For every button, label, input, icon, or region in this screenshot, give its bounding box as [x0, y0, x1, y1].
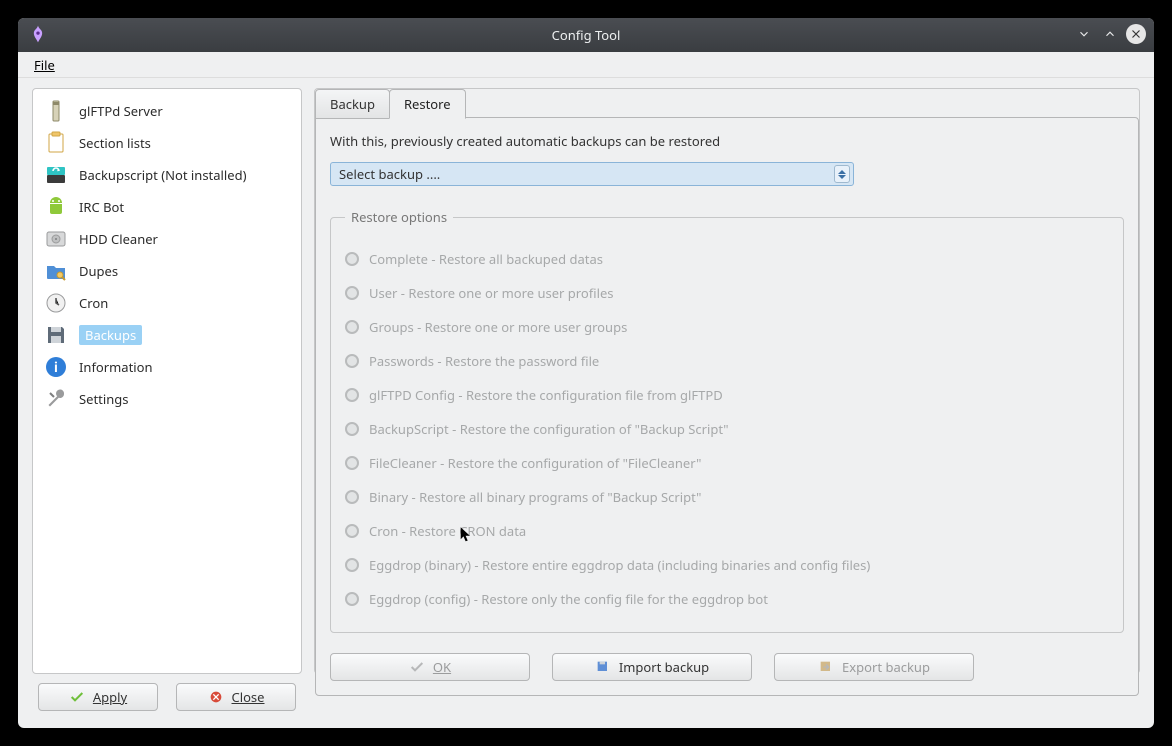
sidebar-item-dupes[interactable]: Dupes	[37, 255, 297, 287]
sidebar-item-glftpd[interactable]: glFTPd Server	[37, 95, 297, 127]
check-icon	[69, 689, 85, 705]
radio-icon	[345, 422, 359, 436]
restore-option-label: Groups - Restore one or more user groups	[369, 318, 627, 336]
sidebar-item-label: Section lists	[79, 134, 151, 152]
menu-file[interactable]: File	[28, 54, 61, 76]
restore-option-label: Complete - Restore all backuped datas	[369, 250, 603, 268]
radio-icon	[345, 490, 359, 504]
maximize-button[interactable]	[1100, 24, 1120, 44]
minimize-button[interactable]	[1074, 24, 1094, 44]
select-backup-dropdown[interactable]: Select backup ....	[330, 162, 854, 186]
restore-option-label: glFTPD Config - Restore the configuratio…	[369, 386, 723, 404]
restore-option: Eggdrop (config) - Restore only the conf…	[345, 582, 1109, 616]
restore-option: FileCleaner - Restore the configuration …	[345, 446, 1109, 480]
radio-icon	[345, 354, 359, 368]
ok-button: OK	[330, 653, 530, 681]
restore-option-label: Binary - Restore all binary programs of …	[369, 488, 701, 506]
drive-sync-icon	[43, 162, 69, 188]
radio-icon	[345, 456, 359, 470]
restore-options-group: Restore options Complete - Restore all b…	[330, 208, 1124, 633]
restore-option-label: FileCleaner - Restore the configuration …	[369, 454, 701, 472]
radio-icon	[345, 592, 359, 606]
sidebar-item-hddcleaner[interactable]: HDD Cleaner	[37, 223, 297, 255]
radio-icon	[345, 320, 359, 334]
restore-option: BackupScript - Restore the configuration…	[345, 412, 1109, 446]
folder-search-icon	[43, 258, 69, 284]
export-icon	[818, 659, 834, 675]
tab-bar: Backup Restore	[315, 88, 1139, 118]
sidebar-item-cron[interactable]: Cron	[37, 287, 297, 319]
hdd-icon	[43, 226, 69, 252]
description-text: With this, previously created automatic …	[330, 132, 1124, 150]
dropdown-spinner-icon[interactable]	[834, 165, 850, 183]
sidebar-item-backupscript[interactable]: Backupscript (Not installed)	[37, 159, 297, 191]
radio-icon	[345, 558, 359, 572]
info-icon: i	[43, 354, 69, 380]
tab-restore[interactable]: Restore	[389, 89, 466, 119]
menubar: File	[18, 52, 1154, 78]
wrench-icon	[43, 386, 69, 412]
sidebar-item-label: glFTPd Server	[79, 102, 163, 120]
sidebar-item-sections[interactable]: Section lists	[37, 127, 297, 159]
android-icon	[43, 194, 69, 220]
sidebar-item-backups[interactable]: Backups	[37, 319, 297, 351]
floppy-icon	[43, 322, 69, 348]
sidebar-item-label: Backups	[85, 326, 136, 344]
select-backup-label: Select backup ....	[339, 165, 440, 183]
restore-option-label: Eggdrop (config) - Restore only the conf…	[369, 590, 768, 608]
window: Config Tool File glFTPd Server Section l…	[18, 18, 1154, 728]
server-icon	[43, 98, 69, 124]
restore-option-label: User - Restore one or more user profiles	[369, 284, 614, 302]
restore-option-label: Passwords - Restore the password file	[369, 352, 599, 370]
restore-option: Eggdrop (binary) - Restore entire eggdro…	[345, 548, 1109, 582]
sidebar-item-label: Information	[79, 358, 153, 376]
clock-icon	[43, 290, 69, 316]
sidebar-item-label: Settings	[79, 390, 128, 408]
restore-option: Passwords - Restore the password file	[345, 344, 1109, 378]
radio-icon	[345, 286, 359, 300]
apply-button[interactable]: Apply	[38, 683, 158, 711]
restore-options-legend: Restore options	[345, 208, 453, 226]
sidebar: glFTPd Server Section lists Backupscript…	[32, 88, 302, 674]
check-icon	[409, 659, 425, 675]
restore-option-label: BackupScript - Restore the configuration…	[369, 420, 729, 438]
export-backup-button: Export backup	[774, 653, 974, 681]
restore-option-label: Cron - Restore CRON data	[369, 522, 526, 540]
app-icon	[28, 24, 48, 44]
sidebar-item-label: Dupes	[79, 262, 118, 280]
clipboard-icon	[43, 130, 69, 156]
radio-icon	[345, 388, 359, 402]
restore-option: Complete - Restore all backuped datas	[345, 242, 1109, 276]
window-title: Config Tool	[552, 26, 621, 44]
import-icon	[595, 659, 611, 675]
import-backup-button[interactable]: Import backup	[552, 653, 752, 681]
restore-option: User - Restore one or more user profiles	[345, 276, 1109, 310]
sidebar-item-ircbot[interactable]: IRC Bot	[37, 191, 297, 223]
restore-option: glFTPD Config - Restore the configuratio…	[345, 378, 1109, 412]
sidebar-item-label: HDD Cleaner	[79, 230, 158, 248]
main-panel: Backup Restore With this, previously cre…	[314, 88, 1140, 674]
sidebar-item-label: Backupscript (Not installed)	[79, 166, 246, 184]
tab-content-restore: With this, previously created automatic …	[315, 117, 1139, 696]
sidebar-item-label: IRC Bot	[79, 198, 124, 216]
sidebar-item-information[interactable]: i Information	[37, 351, 297, 383]
sidebar-item-label: Cron	[79, 294, 108, 312]
restore-option: Cron - Restore CRON data	[345, 514, 1109, 548]
close-icon	[208, 689, 224, 705]
restore-option: Binary - Restore all binary programs of …	[345, 480, 1109, 514]
svg-text:i: i	[54, 358, 58, 376]
tab-backup[interactable]: Backup	[315, 89, 390, 119]
radio-icon	[345, 252, 359, 266]
close-window-button[interactable]	[1126, 24, 1146, 44]
radio-icon	[345, 524, 359, 538]
restore-option: Groups - Restore one or more user groups	[345, 310, 1109, 344]
close-button[interactable]: Close	[176, 683, 296, 711]
sidebar-item-settings[interactable]: Settings	[37, 383, 297, 415]
titlebar: Config Tool	[18, 18, 1154, 52]
restore-option-label: Eggdrop (binary) - Restore entire eggdro…	[369, 556, 870, 574]
